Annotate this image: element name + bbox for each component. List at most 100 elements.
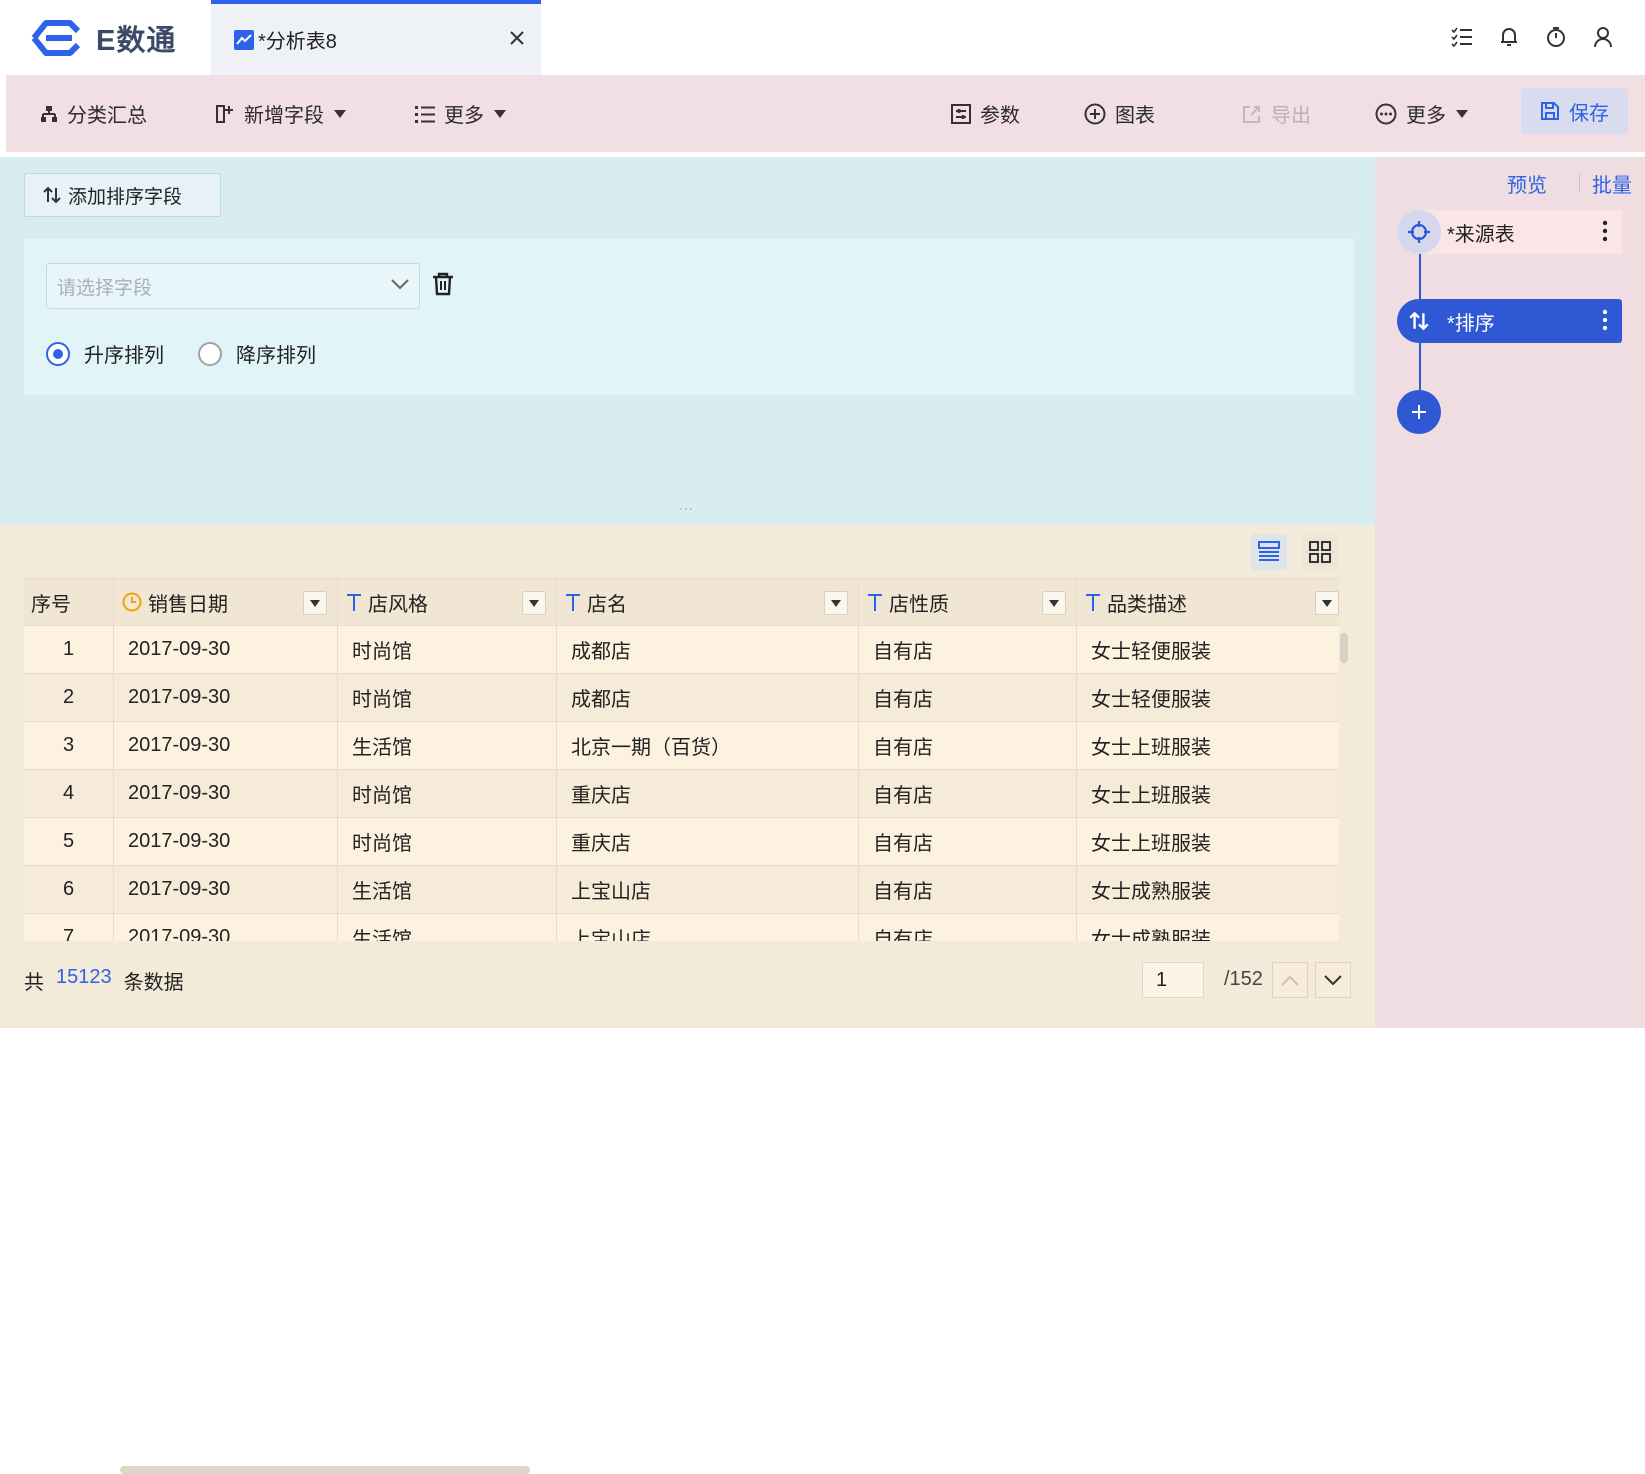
flow-node-source[interactable]: *来源表 [1397, 210, 1622, 254]
table-cell: 自有店 [859, 770, 1077, 817]
column-menu-icon[interactable] [522, 591, 546, 615]
column-menu-icon[interactable] [1042, 591, 1066, 615]
sort-icon [1397, 299, 1441, 343]
table-cell: 上宝山店 [557, 866, 859, 913]
more-vertical-icon[interactable] [1602, 220, 1608, 242]
add-sort-field-button[interactable]: 添加排序字段 [24, 173, 221, 217]
text-type-icon [346, 593, 362, 611]
column-header[interactable]: 销售日期 [114, 579, 338, 625]
save-button[interactable]: 保存 [1521, 88, 1628, 134]
user-icon[interactable] [1590, 24, 1616, 50]
more-menu-left[interactable]: 更多 [415, 75, 506, 152]
grid-view-button[interactable] [1302, 534, 1338, 570]
page-number-input[interactable]: 1 [1142, 962, 1204, 998]
hierarchy-icon [40, 105, 58, 123]
column-header[interactable]: 店名 [557, 579, 859, 625]
preview-link[interactable]: 预览 [1507, 169, 1547, 198]
batch-link[interactable]: 批量 [1580, 169, 1632, 198]
grid-view-icon [1309, 541, 1331, 563]
column-header-label: 销售日期 [148, 593, 228, 616]
page-total: /152 [1224, 968, 1263, 990]
add-field-button[interactable]: 新增字段 [215, 75, 346, 152]
table-cell: 自有店 [859, 914, 1077, 941]
flow-panel: 预览 批量 *来源表 *排序 [1375, 157, 1645, 1028]
task-list-icon[interactable] [1449, 24, 1475, 50]
table-cell: 女士上班服装 [1091, 833, 1211, 855]
column-header[interactable]: 店风格 [338, 579, 557, 625]
radio-checked-icon [46, 341, 70, 366]
chart-button[interactable]: 图表 [1084, 75, 1155, 152]
table-row[interactable]: 6 2017-09-30 生活馆 上宝山店 自有店 女士成熟服装 [24, 866, 1339, 914]
export-label: 导出 [1271, 105, 1311, 127]
column-menu-icon[interactable] [1315, 591, 1339, 615]
table-cell: 2017-09-30 [114, 722, 338, 769]
table-row[interactable]: 5 2017-09-30 时尚馆 重庆店 自有店 女士上班服装 [24, 818, 1339, 866]
chart-label: 图表 [1115, 105, 1155, 127]
add-node-button[interactable] [1397, 390, 1441, 434]
list-view-button[interactable] [1251, 534, 1287, 570]
field-select[interactable]: 请选择字段 [46, 263, 420, 309]
category-summary-button[interactable]: 分类汇总 [40, 75, 147, 152]
table-cell: 生活馆 [338, 866, 557, 913]
params-label: 参数 [980, 105, 1020, 127]
table-cell: 4 [24, 770, 114, 817]
timer-icon[interactable] [1543, 24, 1569, 50]
table-cell: 2017-09-30 [114, 770, 338, 817]
more-vertical-icon[interactable] [1602, 309, 1608, 331]
ellipsis-circle-icon [1375, 103, 1397, 125]
add-circle-icon [1084, 103, 1106, 125]
table-cell: 成都店 [557, 674, 859, 721]
caret-down-icon [494, 109, 506, 118]
column-menu-icon[interactable] [824, 591, 848, 615]
column-header-label: 店名 [587, 593, 627, 616]
vertical-scrollbar[interactable] [1340, 633, 1348, 663]
table-row[interactable]: 2 2017-09-30 时尚馆 成都店 自有店 女士轻便服装 [24, 674, 1339, 722]
horizontal-scrollbar[interactable] [120, 1466, 530, 1474]
table-cell: 3 [24, 722, 114, 769]
column-header-label: 品类描述 [1107, 593, 1187, 616]
table-cell: 时尚馆 [338, 626, 557, 673]
table-cell: 5 [24, 818, 114, 865]
table-cell: 时尚馆 [338, 770, 557, 817]
close-icon[interactable] [505, 26, 529, 50]
record-count-value: 15123 [56, 966, 112, 988]
more-menu-right[interactable]: 更多 [1375, 75, 1468, 152]
table-cell: 自有店 [859, 866, 1077, 913]
tab-analysis-table[interactable]: *分析表8 [211, 0, 541, 75]
caret-down-icon [1456, 109, 1468, 118]
table-row[interactable]: 7 2017-09-30 生活馆 上宝山店 自有店 女士成熟服装 [24, 914, 1339, 941]
export-button[interactable]: 导出 [1242, 75, 1311, 152]
prev-page-button[interactable] [1272, 962, 1308, 998]
record-count-suffix: 条数据 [123, 972, 184, 994]
table-cell: 女士成熟服装 [1091, 881, 1211, 903]
column-header[interactable]: 序号 [24, 579, 114, 625]
table-cell: 2017-09-30 [114, 626, 338, 673]
sort-rule-card: 请选择字段 升序排列 降序排列 [24, 239, 1354, 395]
app-logo[interactable]: E数通 [26, 18, 176, 58]
params-button[interactable]: 参数 [951, 75, 1020, 152]
text-type-icon [867, 593, 883, 611]
save-icon [1540, 101, 1560, 121]
table-cell: 重庆店 [557, 770, 859, 817]
trash-icon[interactable] [432, 272, 456, 298]
chevron-down-icon [391, 278, 409, 290]
add-column-icon [215, 104, 235, 124]
text-type-icon [1085, 593, 1101, 611]
column-menu-icon[interactable] [303, 591, 327, 615]
descending-radio[interactable]: 降序排列 [198, 339, 316, 368]
date-type-icon [122, 592, 142, 612]
ascending-radio[interactable]: 升序排列 [46, 339, 164, 368]
next-page-button[interactable] [1315, 962, 1351, 998]
panel-splitter[interactable]: ... [679, 497, 694, 513]
bell-icon[interactable] [1496, 24, 1522, 50]
logo-icon [31, 20, 81, 56]
category-summary-label: 分类汇总 [67, 105, 147, 127]
column-header[interactable]: 店性质 [859, 579, 1077, 625]
table-row[interactable]: 3 2017-09-30 生活馆 北京一期（百货） 自有店 女士上班服装 [24, 722, 1339, 770]
table-row[interactable]: 1 2017-09-30 时尚馆 成都店 自有店 女士轻便服装 [24, 626, 1339, 674]
logo-text: E数通 [96, 25, 177, 57]
column-header[interactable]: 品类描述 [1077, 579, 1339, 625]
flow-node-sort[interactable]: *排序 [1397, 299, 1622, 343]
table-row[interactable]: 4 2017-09-30 时尚馆 重庆店 自有店 女士上班服装 [24, 770, 1339, 818]
top-bar: E数通 *分析表8 [0, 0, 1645, 75]
